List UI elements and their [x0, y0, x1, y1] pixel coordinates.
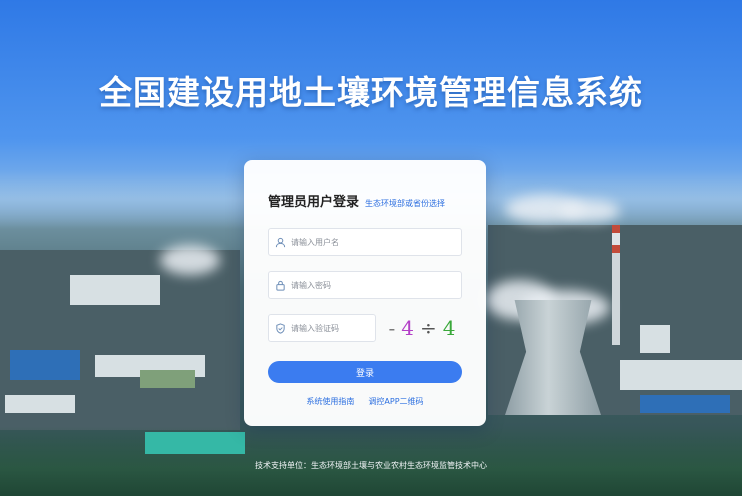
building	[5, 395, 75, 413]
user-guide-link[interactable]: 系统使用指南	[306, 396, 354, 407]
captcha-glyph: 4	[442, 316, 456, 340]
captcha-glyph: ÷	[420, 316, 437, 340]
tech-support-footer: 技术支持单位：生态环境部土壤与农业农村生态环境监管技术中心	[255, 461, 487, 470]
page-title: 全国建设用地土壤环境管理信息系统	[99, 73, 643, 112]
login-header: 管理员用户登录 生态环境部或省份选择	[268, 191, 445, 210]
shield-icon	[269, 322, 291, 334]
captcha-glyph: 4	[401, 316, 414, 340]
username-input[interactable]: 请输入用户名	[291, 237, 339, 248]
user-icon	[269, 237, 291, 248]
captcha-field[interactable]: 请输入验证码	[268, 314, 376, 342]
password-input[interactable]: 请输入密码	[291, 280, 331, 291]
steam-cloud	[560, 200, 620, 222]
lock-icon	[269, 280, 291, 291]
steam-cloud	[160, 245, 220, 275]
app-qr-link[interactable]: 调控APP二维码	[368, 396, 423, 407]
teal-roof	[145, 432, 245, 454]
field	[140, 370, 195, 388]
captcha-glyph: -	[388, 316, 396, 340]
password-field[interactable]: 请输入密码	[268, 271, 462, 299]
building	[620, 360, 742, 390]
region-switch-link[interactable]: 生态环境部或省份选择	[365, 198, 445, 209]
building	[10, 350, 80, 380]
chimney	[612, 225, 620, 345]
help-links: 系统使用指南 调控APP二维码	[244, 396, 486, 407]
captcha-input[interactable]: 请输入验证码	[291, 323, 339, 334]
captcha-image[interactable]: - 4 ÷ 4	[382, 314, 462, 342]
login-card: 管理员用户登录 生态环境部或省份选择 请输入用户名 请输入密码 请输入验证码 -…	[244, 160, 486, 426]
login-button[interactable]: 登录	[268, 361, 462, 383]
building	[640, 325, 670, 353]
building	[640, 395, 730, 413]
username-field[interactable]: 请输入用户名	[268, 228, 462, 256]
login-title: 管理员用户登录	[268, 195, 360, 210]
building	[70, 275, 160, 305]
